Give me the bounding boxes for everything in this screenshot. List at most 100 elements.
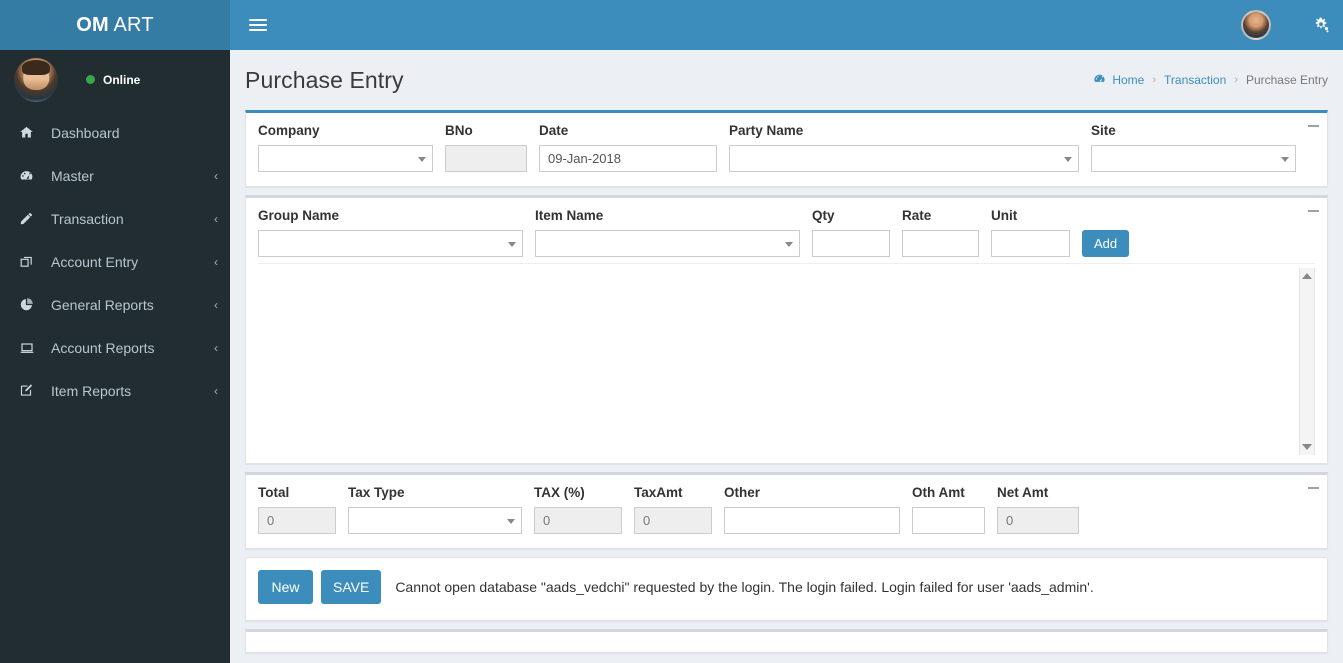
group-name-label: Group Name bbox=[258, 208, 340, 223]
purchase-header-panel-body: Company BNo Date 09-Jan-2018 Party Name … bbox=[246, 113, 1327, 186]
party-name-label: Party Name bbox=[729, 123, 804, 138]
rate-input[interactable] bbox=[902, 230, 979, 257]
collapse-totals-panel-button[interactable] bbox=[1308, 481, 1319, 489]
date-input[interactable] bbox=[539, 145, 717, 172]
breadcrumb-home-link[interactable]: Home bbox=[1112, 73, 1144, 87]
minus-icon bbox=[1308, 125, 1319, 127]
bno-field-group: BNo bbox=[445, 123, 527, 172]
sidebar-menu: Dashboard Master ‹ Transaction ‹ Account… bbox=[0, 111, 230, 412]
unit-label: Unit bbox=[991, 208, 1018, 223]
breadcrumb-separator: › bbox=[1152, 74, 1157, 86]
sidebar-item-master[interactable]: Master ‹ bbox=[0, 154, 230, 197]
online-status-dot bbox=[86, 75, 95, 84]
sidebar-item-item-reports[interactable]: Item Reports ‹ bbox=[0, 369, 230, 412]
new-button[interactable]: New bbox=[258, 570, 313, 604]
qty-input[interactable] bbox=[812, 230, 890, 257]
tax-amt-field-group: TaxAmt bbox=[634, 485, 712, 534]
avatar bbox=[14, 57, 58, 102]
sidebar-item-label: Transaction bbox=[51, 210, 124, 227]
item-name-select-wrap bbox=[535, 230, 800, 257]
chevron-left-icon: ‹ bbox=[214, 297, 218, 312]
edit-icon bbox=[19, 383, 41, 398]
net-amt-field-group: Net Amt bbox=[997, 485, 1079, 534]
item-name-label: Item Name bbox=[535, 208, 604, 223]
sidebar-item-transaction[interactable]: Transaction ‹ bbox=[0, 197, 230, 240]
tax-type-select[interactable] bbox=[348, 507, 522, 534]
app-root: OM ART Online Dashboard Master ‹ Transac… bbox=[0, 0, 1343, 663]
tax-type-label: Tax Type bbox=[348, 485, 405, 500]
company-select[interactable] bbox=[258, 145, 433, 172]
tax-pct-input bbox=[534, 507, 622, 534]
collapse-header-panel-button[interactable] bbox=[1308, 119, 1319, 127]
oth-amt-label: Oth Amt bbox=[912, 485, 965, 500]
total-label: Total bbox=[258, 485, 290, 500]
group-name-select[interactable] bbox=[258, 230, 523, 257]
breadcrumb-transaction-link[interactable]: Transaction bbox=[1164, 73, 1226, 87]
site-label: Site bbox=[1091, 123, 1116, 138]
unit-field-group: Unit bbox=[991, 208, 1070, 257]
rate-field-group: Rate bbox=[902, 208, 979, 257]
gear-icon[interactable] bbox=[1299, 0, 1343, 50]
totals-panel-body: Total Tax Type TAX (%) bbox=[246, 475, 1327, 548]
navbar-right bbox=[1241, 0, 1343, 50]
purchase-header-form-row: Company BNo Date 09-Jan-2018 Party Name … bbox=[258, 123, 1315, 172]
sidebar: Online Dashboard Master ‹ Transaction ‹ … bbox=[0, 50, 230, 663]
breadcrumb-dashboard-icon bbox=[1093, 72, 1106, 88]
sidebar-user-panel: Online bbox=[0, 50, 230, 107]
add-item-button[interactable]: Add bbox=[1082, 230, 1130, 257]
items-grid-scrollbar[interactable] bbox=[1299, 268, 1315, 455]
pie-chart-icon bbox=[19, 297, 41, 312]
site-select-wrap bbox=[1091, 145, 1296, 172]
pencil-icon bbox=[19, 211, 41, 226]
sidebar-item-dashboard[interactable]: Dashboard bbox=[0, 111, 230, 154]
group-name-field-group: Group Name bbox=[258, 208, 523, 257]
site-select[interactable] bbox=[1091, 145, 1296, 172]
other-label: Other bbox=[724, 485, 761, 500]
sidebar-item-label: Account Reports bbox=[51, 339, 155, 356]
other-field-group: Other bbox=[724, 485, 900, 534]
scroll-up-arrow-icon[interactable] bbox=[1302, 273, 1312, 279]
breadcrumb-separator: › bbox=[1234, 74, 1238, 86]
item-name-select[interactable] bbox=[535, 230, 800, 257]
group-name-select-wrap bbox=[258, 230, 523, 257]
chevron-left-icon: ‹ bbox=[214, 383, 218, 398]
company-label: Company bbox=[258, 123, 320, 138]
sidebar-item-general-reports[interactable]: General Reports ‹ bbox=[0, 283, 230, 326]
tax-pct-field-group: TAX (%) bbox=[534, 485, 622, 534]
brand-light: ART bbox=[108, 13, 154, 36]
sidebar-toggle-button[interactable] bbox=[238, 0, 278, 50]
home-icon bbox=[19, 125, 41, 140]
oth-amt-input[interactable] bbox=[912, 507, 985, 534]
other-input[interactable] bbox=[724, 507, 900, 534]
actions-panel: New SAVE Cannot open database "aads_vedc… bbox=[245, 557, 1328, 621]
collapse-item-panel-button[interactable] bbox=[1308, 204, 1319, 212]
brand-logo[interactable]: OM ART bbox=[0, 0, 230, 50]
party-name-select[interactable] bbox=[729, 145, 1079, 172]
sidebar-user-info: Online bbox=[86, 73, 140, 87]
sidebar-item-account-entry[interactable]: Account Entry ‹ bbox=[0, 240, 230, 283]
navbar-avatar[interactable] bbox=[1241, 10, 1271, 40]
save-button[interactable]: SAVE bbox=[321, 570, 382, 604]
item-entry-form-row: Group Name Item Name Qty Rate Unit Add bbox=[258, 208, 1315, 257]
item-entry-panel: Group Name Item Name Qty Rate Unit Add bbox=[245, 195, 1328, 464]
qty-label: Qty bbox=[812, 208, 835, 223]
brand-bold: OM bbox=[76, 13, 109, 36]
tax-amt-label: TaxAmt bbox=[634, 485, 683, 500]
content-wrapper: Purchase Entry Home › Transaction › Purc… bbox=[230, 50, 1343, 663]
rate-label: Rate bbox=[902, 208, 932, 223]
site-field-group: Site bbox=[1091, 123, 1296, 172]
unit-input[interactable] bbox=[991, 230, 1070, 257]
net-amt-input bbox=[997, 507, 1079, 534]
total-field-group: Total bbox=[258, 485, 336, 534]
date-field-group: Date bbox=[539, 123, 717, 172]
breadcrumb: Home › Transaction › Purchase Entry bbox=[1093, 72, 1328, 88]
oth-amt-field-group: Oth Amt bbox=[912, 485, 985, 534]
bno-label: BNo bbox=[445, 123, 473, 138]
totals-panel: Total Tax Type TAX (%) bbox=[245, 472, 1328, 549]
sidebar-item-account-reports[interactable]: Account Reports ‹ bbox=[0, 326, 230, 369]
online-status-label: Online bbox=[103, 72, 141, 87]
dashboard-icon bbox=[19, 168, 41, 183]
actions-row: New SAVE Cannot open database "aads_vedc… bbox=[258, 570, 1315, 604]
navbar bbox=[230, 0, 1343, 50]
scroll-down-arrow-icon[interactable] bbox=[1302, 444, 1312, 450]
